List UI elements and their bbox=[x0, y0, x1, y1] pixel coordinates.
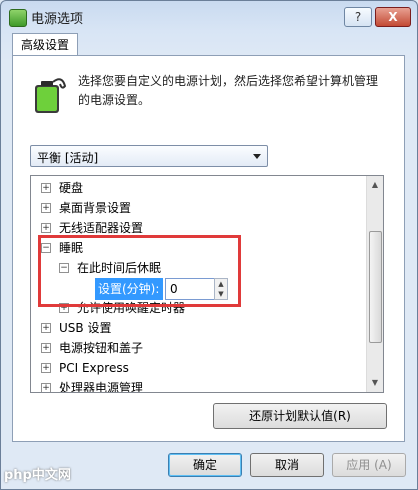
ok-button[interactable]: 确定 bbox=[168, 453, 242, 477]
scrollbar-thumb[interactable] bbox=[369, 231, 382, 343]
expand-icon[interactable]: + bbox=[41, 343, 51, 353]
chevron-down-icon[interactable] bbox=[253, 154, 261, 159]
scroll-up-icon[interactable]: ▲ bbox=[369, 178, 381, 192]
tree-item-label: 硬盘 bbox=[59, 181, 84, 195]
watermark: php中文网 bbox=[4, 468, 71, 483]
window-title: 电源选项 bbox=[31, 12, 84, 27]
power-plan-icon bbox=[35, 78, 67, 113]
plan-select-value: 平衡 [活动] bbox=[37, 151, 99, 165]
title-bar: 电源选项 ? X bbox=[1, 1, 417, 31]
expand-icon[interactable]: + bbox=[41, 363, 51, 373]
scroll-down-icon[interactable]: ▼ bbox=[369, 376, 381, 390]
expand-icon[interactable]: + bbox=[41, 323, 51, 333]
expand-icon[interactable]: + bbox=[41, 203, 51, 213]
expand-icon[interactable]: + bbox=[41, 383, 51, 392]
tree-item-label: 电源按钮和盖子 bbox=[59, 341, 144, 355]
tree-item-label: 桌面背景设置 bbox=[59, 201, 132, 215]
tree-item-label: PCI Express bbox=[59, 361, 129, 375]
restore-defaults-button[interactable]: 还原计划默认值(R) bbox=[213, 403, 387, 429]
tab-advanced-settings[interactable]: 高级设置 bbox=[12, 33, 78, 56]
intro-text: 选择您要自定义的电源计划，然后选择您希望计算机管理的电源设置。 bbox=[78, 74, 379, 107]
battery-icon bbox=[9, 9, 27, 27]
expand-icon[interactable]: + bbox=[41, 223, 51, 233]
cancel-button[interactable]: 取消 bbox=[250, 453, 324, 477]
tree-item-label: USB 设置 bbox=[59, 321, 112, 335]
vertical-scrollbar[interactable]: ▲ ▼ bbox=[366, 176, 383, 392]
red-highlight-box bbox=[38, 235, 241, 307]
apply-button[interactable]: 应用 (A) bbox=[332, 453, 406, 477]
close-button[interactable]: X bbox=[375, 7, 411, 27]
expand-icon[interactable]: + bbox=[41, 183, 51, 193]
help-button[interactable]: ? bbox=[344, 7, 372, 27]
tree-item-label: 处理器电源管理 bbox=[59, 381, 144, 393]
power-plan-select[interactable]: 平衡 [活动] bbox=[30, 145, 268, 167]
